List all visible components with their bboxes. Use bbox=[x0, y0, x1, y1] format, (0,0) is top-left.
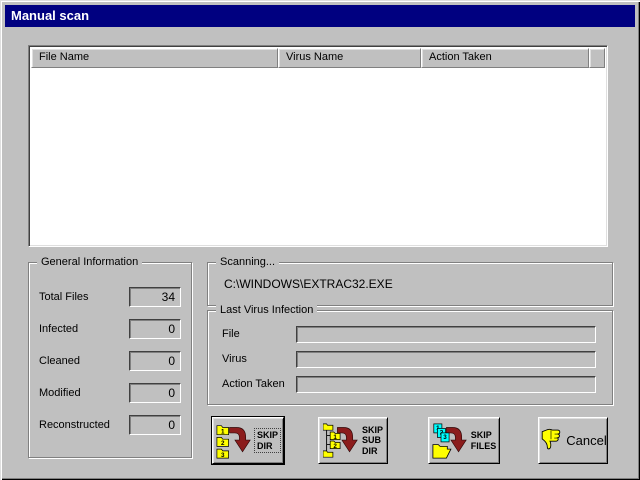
reconstructed-value: 0 bbox=[129, 415, 181, 435]
svg-text:3: 3 bbox=[443, 434, 447, 441]
modified-row: Modified 0 bbox=[39, 383, 181, 403]
general-information-group: General Information Total Files 34 Infec… bbox=[28, 262, 192, 458]
files-icon: 1 2 3 bbox=[434, 423, 449, 441]
skip-files-button[interactable]: 1 2 3 SKIP FILES bbox=[428, 417, 500, 464]
last-virus-infection-group: Last Virus Infection File Virus Action T… bbox=[207, 310, 613, 405]
total-files-row: Total Files 34 bbox=[39, 287, 181, 307]
svg-text:2: 2 bbox=[333, 442, 337, 449]
last-virus-infection-title: Last Virus Infection bbox=[216, 303, 317, 317]
title-bar[interactable]: Manual scan bbox=[5, 5, 635, 27]
scanning-title: Scanning... bbox=[216, 255, 279, 269]
last-virus-file-row: File bbox=[222, 325, 596, 343]
thumbs-down-icon bbox=[539, 427, 563, 454]
cleaned-label: Cleaned bbox=[39, 355, 80, 367]
cancel-button[interactable]: Cancel bbox=[538, 417, 608, 464]
last-virus-action-label: Action Taken bbox=[222, 378, 296, 390]
infected-row: Infected 0 bbox=[39, 319, 181, 339]
scanning-group: Scanning... C:\WINDOWS\EXTRAC32.EXE bbox=[207, 262, 613, 306]
skip-sub-dir-icon: 1 2 bbox=[323, 421, 359, 461]
last-virus-file-value bbox=[296, 326, 596, 343]
folder-icon: 3 bbox=[217, 449, 229, 459]
svg-text:1: 1 bbox=[333, 433, 337, 440]
infected-value: 0 bbox=[129, 319, 181, 339]
cleaned-row: Cleaned 0 bbox=[39, 351, 181, 371]
current-file-path: C:\WINDOWS\EXTRAC32.EXE bbox=[224, 277, 393, 291]
column-header-action-taken[interactable]: Action Taken bbox=[421, 48, 589, 68]
folder-icon: 1 bbox=[217, 425, 229, 435]
column-header-file-name[interactable]: File Name bbox=[31, 48, 278, 68]
skip-files-label: SKIP FILES bbox=[471, 430, 497, 451]
svg-text:2: 2 bbox=[221, 440, 225, 447]
column-header-filler bbox=[589, 48, 605, 68]
skip-files-icon: 1 2 3 bbox=[432, 421, 468, 461]
last-virus-virus-label: Virus bbox=[222, 353, 296, 365]
modified-label: Modified bbox=[39, 387, 81, 399]
svg-text:1: 1 bbox=[221, 428, 225, 435]
general-information-title: General Information bbox=[37, 255, 142, 269]
list-body[interactable] bbox=[31, 68, 605, 244]
skip-dir-button[interactable]: 1 2 3 SKIP DIR bbox=[212, 417, 284, 464]
skip-dir-label: SKIP DIR bbox=[255, 429, 280, 452]
cleaned-value: 0 bbox=[129, 351, 181, 371]
scan-results-list[interactable]: File Name Virus Name Action Taken bbox=[28, 45, 608, 247]
list-header: File Name Virus Name Action Taken bbox=[31, 48, 605, 68]
last-virus-file-label: File bbox=[222, 328, 296, 340]
reconstructed-row: Reconstructed 0 bbox=[39, 415, 181, 435]
svg-text:3: 3 bbox=[221, 451, 225, 458]
skip-sub-dir-button[interactable]: 1 2 SKIP SUB DIR bbox=[318, 417, 388, 464]
total-files-label: Total Files bbox=[39, 291, 89, 303]
last-virus-virus-row: Virus bbox=[222, 350, 596, 368]
infected-label: Infected bbox=[39, 323, 78, 335]
skip-sub-dir-label: SKIP SUB DIR bbox=[362, 425, 383, 456]
open-folder-icon bbox=[433, 444, 451, 458]
modified-value: 0 bbox=[129, 383, 181, 403]
last-virus-action-value bbox=[296, 376, 596, 393]
last-virus-virus-value bbox=[296, 351, 596, 368]
skip-dir-icon: 1 2 3 bbox=[216, 421, 252, 461]
last-virus-action-row: Action Taken bbox=[222, 375, 596, 393]
reconstructed-label: Reconstructed bbox=[39, 419, 110, 431]
total-files-value: 34 bbox=[129, 287, 181, 307]
folder-icon: 2 bbox=[217, 437, 229, 447]
cancel-label: Cancel bbox=[566, 433, 606, 448]
column-header-virus-name[interactable]: Virus Name bbox=[278, 48, 421, 68]
u-turn-arrow-icon bbox=[229, 427, 250, 451]
manual-scan-dialog: Manual scan File Name Virus Name Action … bbox=[0, 0, 640, 480]
window-title: Manual scan bbox=[11, 8, 89, 23]
